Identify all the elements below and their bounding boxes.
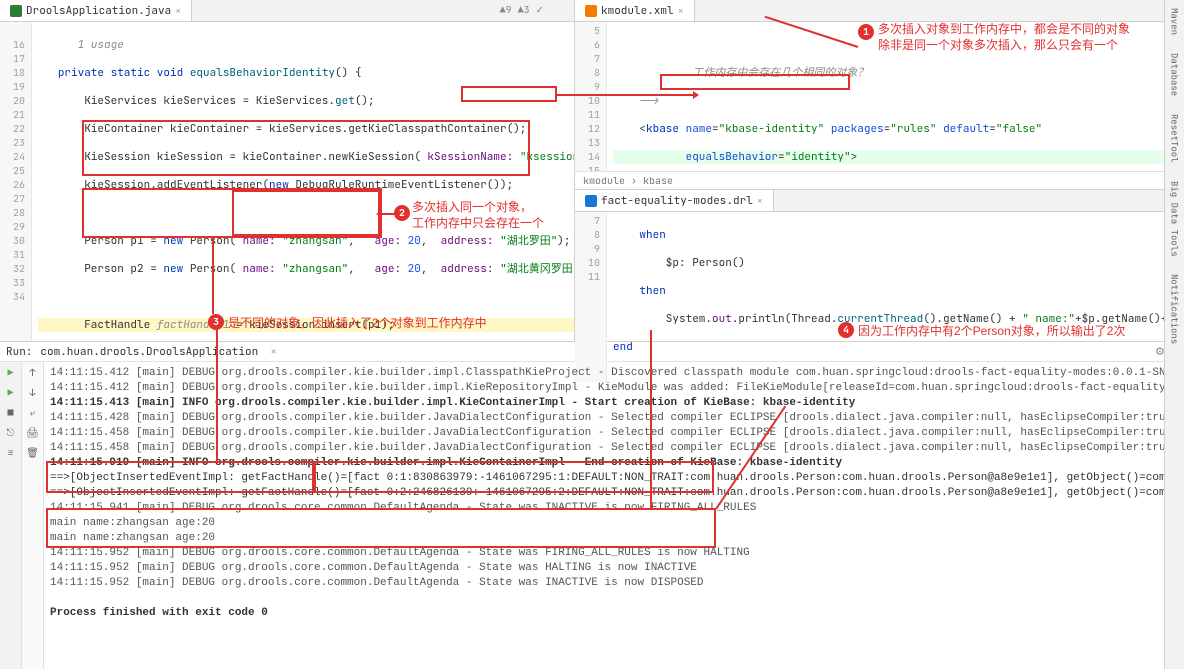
xml-file-icon — [585, 5, 597, 17]
console-line: 14:11:15.952 [main] DEBUG org.drools.cor… — [50, 576, 1178, 591]
code-rb[interactable]: when $p: Person() then System.out.printl… — [607, 212, 1184, 382]
console-line: 14:11:15.941 [main] DEBUG org.drools.cor… — [50, 501, 1178, 516]
rerun-icon[interactable]: ▶ — [4, 366, 18, 380]
down-icon[interactable]: ↓ — [26, 386, 40, 400]
strip-database[interactable]: Database — [1169, 53, 1181, 96]
console-line: Process finished with exit code 0 — [50, 606, 1178, 621]
console-output[interactable]: 14:11:15.412 [main] DEBUG org.drools.com… — [44, 362, 1184, 669]
trash-icon[interactable]: 🗑 — [26, 446, 40, 460]
code-left[interactable]: 1 usage private static void equalsBehavi… — [32, 22, 574, 341]
tabbar-left: DroolsApplication.java × — [0, 0, 574, 22]
tab-label: kmodule.xml — [601, 4, 674, 18]
close-icon[interactable]: × — [175, 4, 181, 17]
console-line: 14:11:15.428 [main] DEBUG org.drools.com… — [50, 411, 1178, 426]
run-panel: Run: com.huan.drools.DroolsApplication ×… — [0, 342, 1184, 669]
exit-icon[interactable]: ⎋ — [4, 426, 18, 440]
wrap-icon[interactable]: ⤶ — [26, 406, 40, 420]
run-icon[interactable]: ▶ — [4, 386, 18, 400]
code-rt[interactable]: 工作内存中会存在几个相同的对象？ --> <kbase name="kbase-… — [607, 22, 1184, 171]
up-icon[interactable]: ↑ — [26, 366, 40, 380]
inspection-badge[interactable]: ▲9 ▲3 ✓ — [500, 3, 544, 16]
gutter-rt[interactable]: 5678910111213141516 — [575, 22, 607, 171]
console-line: 14:11:15.458 [main] DEBUG org.drools.com… — [50, 426, 1178, 441]
print-icon[interactable]: 🖨 — [26, 426, 40, 440]
console-line: ==>[ObjectInsertedEventImpl: getFactHand… — [50, 471, 1178, 486]
breadcrumb-rt[interactable]: kmodule › kbase — [575, 171, 1184, 189]
close-icon[interactable]: × — [678, 4, 684, 17]
tab-drl[interactable]: fact-equality-modes.drl × — [575, 190, 774, 211]
run-config[interactable]: com.huan.drools.DroolsApplication — [40, 345, 258, 359]
gutter-rb[interactable]: 7891011 — [575, 212, 607, 382]
stop-icon[interactable]: ■ — [4, 406, 18, 420]
tab-drools-java[interactable]: DroolsApplication.java × — [0, 0, 192, 21]
console-line: ==>[ObjectInsertedEventImpl: getFactHand… — [50, 486, 1178, 501]
strip-bigdata[interactable]: Big Data Tools — [1169, 181, 1181, 257]
strip-maven[interactable]: Maven — [1169, 8, 1181, 35]
java-file-icon — [10, 5, 22, 17]
strip-notifications[interactable]: Notifications — [1169, 274, 1181, 344]
console-line: 14:11:15.458 [main] DEBUG org.drools.com… — [50, 441, 1178, 456]
strip-resettool[interactable]: ResetTool — [1169, 114, 1181, 163]
console-line: 14:11:15.412 [main] DEBUG org.drools.com… — [50, 366, 1178, 381]
editor-right: kmodule.xml × 5678910111213141516 工作内存中会… — [575, 0, 1184, 341]
console-line: 14:11:15.952 [main] DEBUG org.drools.cor… — [50, 546, 1178, 561]
console-line: 14:11:15.413 [main] INFO org.drools.comp… — [50, 396, 1178, 411]
console-line: 14:11:15.919 [main] INFO org.drools.comp… — [50, 456, 1178, 471]
drl-file-icon — [585, 195, 597, 207]
layout-icon[interactable]: ≡ — [4, 446, 18, 460]
console-line — [50, 591, 1178, 606]
run-toolbar: ▶ ▶ ■ ⎋ ≡ — [0, 362, 22, 669]
console-line: 14:11:15.412 [main] DEBUG org.drools.com… — [50, 381, 1178, 396]
tab-label: fact-equality-modes.drl — [601, 194, 753, 208]
tab-kmodule[interactable]: kmodule.xml × — [575, 0, 695, 21]
console-line: main name:zhangsan age:20 — [50, 531, 1178, 546]
run-label: Run: — [6, 345, 32, 359]
editor-left: DroolsApplication.java × ▲9 ▲3 ✓ 1617181… — [0, 0, 575, 341]
gutter-left[interactable]: 16171819202122232425262728293031323334 — [0, 22, 32, 341]
run-toolbar-2: ↑ ↓ ⤶ 🖨 🗑 — [22, 362, 44, 669]
tab-label: DroolsApplication.java — [26, 4, 171, 18]
console-line: 14:11:15.952 [main] DEBUG org.drools.cor… — [50, 561, 1178, 576]
tabbar-right-top: kmodule.xml × — [575, 0, 1184, 22]
console-line: main name:zhangsan age:20 — [50, 516, 1178, 531]
close-icon[interactable]: × — [270, 345, 277, 359]
close-icon[interactable]: × — [757, 194, 763, 207]
tool-strip-right: Maven Database ResetTool Big Data Tools … — [1164, 0, 1184, 669]
tabbar-right-bot: fact-equality-modes.drl × — [575, 190, 1184, 212]
